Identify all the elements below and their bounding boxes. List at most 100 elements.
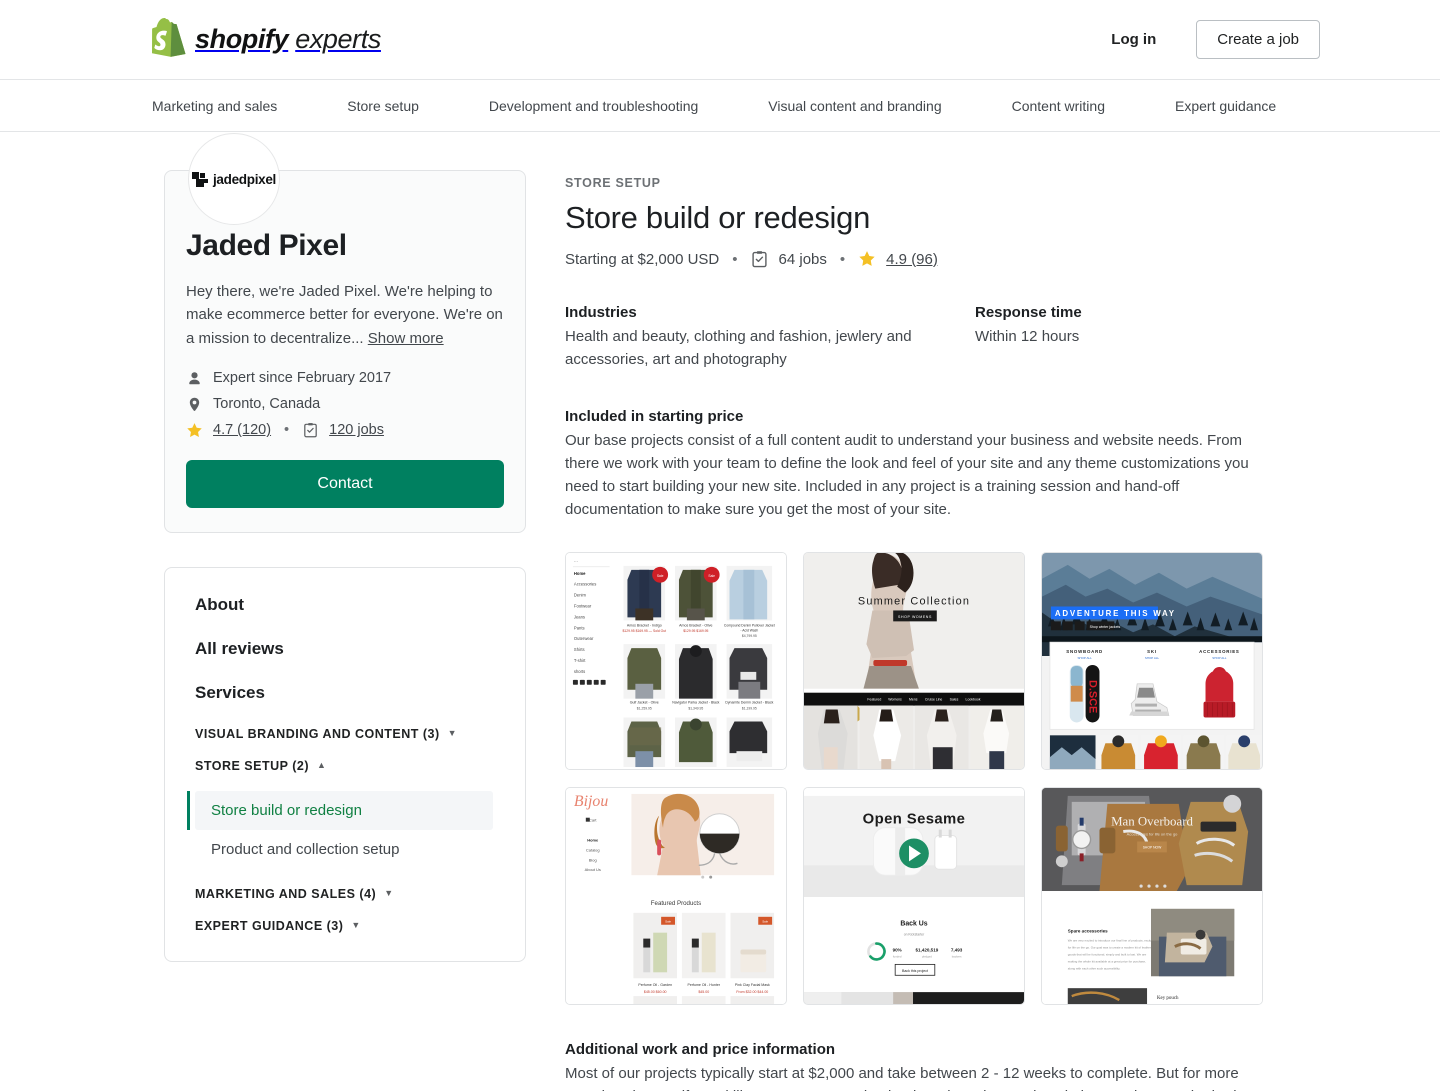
sidebar-group-expert-guidance[interactable]: EXPERT GUIDANCE (3) ▼ bbox=[165, 919, 525, 933]
expert-since-row: Expert since February 2017 bbox=[186, 370, 504, 387]
svg-text:We are very excited to introdu: We are very excited to introduce our fin… bbox=[1068, 938, 1157, 942]
service-starting-price: Starting at $2,000 USD bbox=[565, 250, 720, 268]
svg-text:SKI: SKI bbox=[1147, 649, 1157, 654]
svg-text:Open Sesame: Open Sesame bbox=[863, 811, 966, 827]
portfolio-thumb-man-overboard[interactable]: Man Overboard Accessories for life on th… bbox=[1041, 786, 1263, 1005]
svg-text:90%: 90% bbox=[893, 947, 902, 952]
contact-button[interactable]: Contact bbox=[186, 459, 504, 508]
svg-text:Outerwear: Outerwear bbox=[574, 636, 594, 641]
included-in-starting-price-block: Included in starting price Our base proj… bbox=[565, 408, 1290, 522]
svg-text:Home: Home bbox=[574, 570, 586, 575]
svg-text:Sale: Sale bbox=[665, 919, 671, 923]
profile-rating-row: 4.7 (120) • 120 jobs bbox=[186, 422, 504, 439]
sidebar-group-store-setup[interactable]: STORE SETUP (2) ▲ bbox=[165, 759, 525, 773]
svg-text:Perfume Oil - Hunter: Perfume Oil - Hunter bbox=[687, 983, 720, 987]
sidebar-item-about[interactable]: About bbox=[165, 595, 525, 615]
location-pin-icon bbox=[186, 396, 203, 413]
svg-text:Gulf Jacket - Olive: Gulf Jacket - Olive bbox=[630, 700, 659, 704]
svg-text:Dynamite Denim Jacket - Black: Dynamite Denim Jacket - Black bbox=[725, 700, 773, 704]
nav-item-expert-guidance[interactable]: Expert guidance bbox=[1175, 98, 1276, 114]
avatar-wordmark: jadedpixel bbox=[212, 171, 277, 187]
profile-rating-link[interactable]: 4.7 (120) bbox=[213, 422, 271, 438]
svg-text:$129.95 $169.95 — Sold Out: $129.95 $169.95 — Sold Out bbox=[623, 629, 667, 633]
svg-text:Man Overboard: Man Overboard bbox=[1111, 814, 1193, 828]
sidebar-group-marketing-and-sales[interactable]: MARKETING AND SALES (4) ▼ bbox=[165, 887, 525, 901]
site-header: shopify experts Log in Create a job bbox=[0, 0, 1440, 80]
svg-text:SNOWBOARD: SNOWBOARD bbox=[1066, 649, 1103, 654]
expert-profile-card: jadedpixel Jaded Pixel Hey there, we're … bbox=[164, 133, 526, 533]
svg-text:Cruise Line: Cruise Line bbox=[925, 697, 943, 701]
shopify-experts-logo[interactable]: shopify experts bbox=[152, 17, 381, 62]
sidebar-item-store-build-or-redesign[interactable]: Store build or redesign bbox=[187, 790, 493, 830]
portfolio-gallery: ... Home Accessories Denim Footwear Jeans … bbox=[565, 551, 1290, 1005]
page-title: Jaded Pixel bbox=[186, 229, 347, 262]
nav-item-development-and-troubleshooting[interactable]: Development and troubleshooting bbox=[489, 98, 698, 114]
industries-block: Industries Health and beauty, clothing a… bbox=[565, 304, 975, 372]
category-nav: Marketing and sales Store setup Developm… bbox=[0, 80, 1440, 132]
chevron-down-icon: ▼ bbox=[384, 888, 394, 899]
svg-text:Jeans: Jeans bbox=[574, 614, 585, 619]
portfolio-thumb-open-sesame[interactable]: Open Sesame Back Us on Kickstarter 90% f… bbox=[803, 786, 1025, 1005]
brand-name-light: experts bbox=[295, 24, 381, 54]
service-title: Store build or redesign bbox=[565, 200, 871, 235]
service-facts-row: Starting at $2,000 USD • 64 jobs • 4.9 (… bbox=[565, 250, 1290, 268]
svg-text:pledged: pledged bbox=[922, 954, 932, 958]
sidebar-item-services[interactable]: Services bbox=[165, 683, 525, 703]
portfolio-thumb-adventure-outdoor[interactable]: ADVENTURE THIS WAY Shop winter jackets S… bbox=[1041, 551, 1263, 770]
portfolio-thumb-mens-jacket-catalog[interactable]: ... Home Accessories Denim Footwear Jeans … bbox=[565, 551, 787, 770]
svg-text:Back Us: Back Us bbox=[900, 920, 927, 927]
sidebar-group-visual-branding-and-content[interactable]: VISUAL BRANDING AND CONTENT (3) ▼ bbox=[165, 727, 525, 741]
svg-text:along with each other such acc: along with each other such accessibility… bbox=[1068, 966, 1121, 970]
expert-since-text: Expert since February 2017 bbox=[213, 370, 392, 387]
svg-text:SHOP ALL: SHOP ALL bbox=[1145, 656, 1160, 660]
sidebar-item-all-reviews[interactable]: All reviews bbox=[165, 639, 525, 659]
clipboard-check-icon bbox=[302, 422, 319, 439]
included-heading: Included in starting price bbox=[565, 407, 744, 425]
sidebar-item-product-and-collection-setup[interactable]: Product and collection setup bbox=[165, 830, 525, 869]
svg-text:Compound Denim Pullover Jacket: Compound Denim Pullover Jacket bbox=[724, 623, 775, 627]
sidebar-group-label: VISUAL BRANDING AND CONTENT (3) bbox=[195, 726, 440, 741]
response-time-text: Within 12 hours bbox=[975, 328, 1080, 345]
svg-text:SHOP ALL: SHOP ALL bbox=[1077, 656, 1092, 660]
chevron-down-icon: ▼ bbox=[351, 920, 361, 931]
sidebar-group-label: MARKETING AND SALES (4) bbox=[195, 886, 377, 901]
portfolio-thumb-beauty-cosmetics[interactable]: Bijou Cart Home Catalog Blog About Us Fe… bbox=[565, 786, 787, 1005]
svg-text:ADVENTURE THIS WAY: ADVENTURE THIS WAY bbox=[1055, 608, 1176, 617]
profile-bio-text: Hey there, we're Jaded Pixel. We're help… bbox=[186, 283, 503, 347]
create-a-job-button[interactable]: Create a job bbox=[1196, 20, 1320, 59]
service-rating-link[interactable]: 4.9 (96) bbox=[886, 251, 938, 268]
service-info-grid: Industries Health and beauty, clothing a… bbox=[565, 304, 1290, 372]
svg-text:Summer Collection: Summer Collection bbox=[858, 595, 970, 607]
person-icon bbox=[186, 370, 203, 387]
svg-text:Amos Bracket - Olive: Amos Bracket - Olive bbox=[679, 623, 712, 627]
svg-text:Home: Home bbox=[587, 837, 599, 842]
clipboard-check-icon bbox=[751, 250, 769, 268]
svg-text:Accessories for life on the go: Accessories for life on the go bbox=[1127, 831, 1179, 836]
svg-text:$1,199.95: $1,199.95 bbox=[742, 706, 757, 710]
nav-item-visual-content-and-branding[interactable]: Visual content and branding bbox=[768, 98, 941, 114]
svg-text:7,493: 7,493 bbox=[951, 947, 963, 952]
profile-jobs-link[interactable]: 120 jobs bbox=[329, 422, 384, 438]
nav-item-marketing-and-sales[interactable]: Marketing and sales bbox=[152, 98, 277, 114]
sidebar-group-label: STORE SETUP (2) bbox=[195, 758, 310, 773]
svg-text:...: ... bbox=[574, 558, 578, 563]
profile-meta-separator: • bbox=[284, 422, 290, 439]
location-text: Toronto, Canada bbox=[213, 396, 321, 413]
svg-text:Key pouch: Key pouch bbox=[1157, 996, 1179, 1001]
svg-text:T-shirt: T-shirt bbox=[574, 657, 586, 662]
svg-text:Amos Bracket - Indigo: Amos Bracket - Indigo bbox=[627, 623, 662, 627]
additional-work-block: Additional work and price information Mo… bbox=[565, 1041, 1290, 1091]
svg-text:Shirts: Shirts bbox=[574, 647, 585, 652]
svg-text:Featured Products: Featured Products bbox=[651, 899, 701, 906]
show-more-link[interactable]: Show more bbox=[368, 330, 444, 347]
additional-work-text: Most of our projects typically start at … bbox=[565, 1064, 1265, 1091]
nav-item-store-setup[interactable]: Store setup bbox=[347, 98, 419, 114]
svg-text:Lookbook: Lookbook bbox=[966, 697, 981, 701]
login-link[interactable]: Log in bbox=[1111, 31, 1156, 48]
response-time-heading: Response time bbox=[975, 304, 1082, 321]
svg-text:Navigator Parka Jacket - Black: Navigator Parka Jacket - Black bbox=[672, 700, 719, 704]
svg-text:Mens: Mens bbox=[909, 697, 918, 701]
svg-text:$129.95 $169.95: $129.95 $169.95 bbox=[683, 629, 708, 633]
portfolio-thumb-summer-collection[interactable]: Summer Collection SHOP WOMENS Featured Wo… bbox=[803, 551, 1025, 770]
nav-item-content-writing[interactable]: Content writing bbox=[1012, 98, 1105, 114]
